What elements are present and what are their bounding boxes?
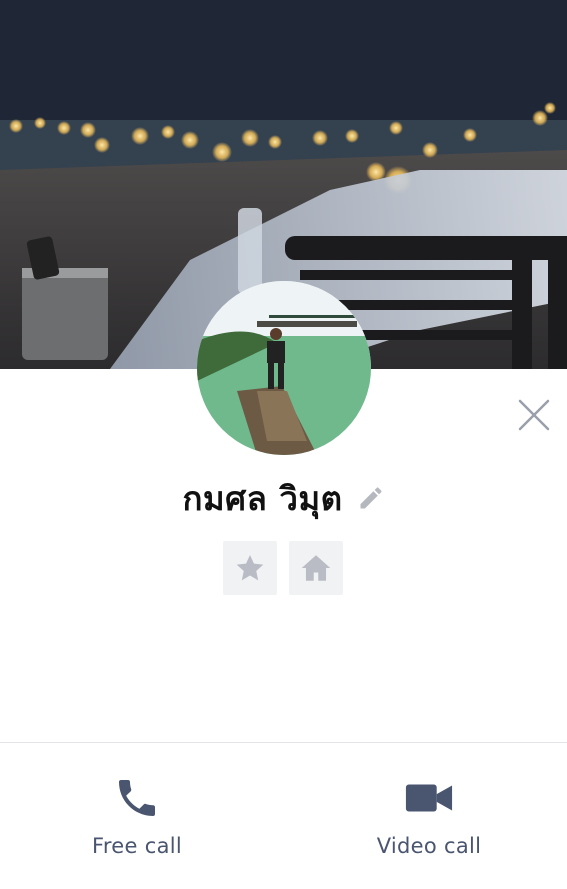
divider — [0, 742, 567, 743]
profile-name-row: กมศล วิมุต — [0, 470, 567, 526]
avatar-image — [197, 281, 371, 455]
free-call-label: Free call — [91, 834, 183, 858]
profile-name: กมศล วิมุต — [182, 478, 343, 518]
pencil-icon — [360, 487, 382, 509]
close-button[interactable] — [514, 395, 554, 435]
video-call-label: Video call — [376, 834, 482, 858]
profile-avatar[interactable] — [197, 281, 371, 455]
home-button[interactable] — [289, 541, 343, 595]
phone-icon — [119, 780, 155, 816]
close-icon — [518, 399, 550, 431]
video-camera-icon-wrapper — [404, 770, 454, 826]
star-icon — [236, 554, 264, 581]
phone-icon-wrapper — [113, 770, 161, 826]
video-camera-icon — [405, 784, 453, 812]
video-call-button[interactable]: Video call — [329, 770, 529, 870]
home-icon — [301, 555, 331, 581]
favorite-button[interactable] — [223, 541, 277, 595]
free-call-button[interactable]: Free call — [37, 770, 237, 870]
edit-name-button[interactable] — [357, 484, 385, 512]
profile-action-tiles — [223, 541, 343, 595]
